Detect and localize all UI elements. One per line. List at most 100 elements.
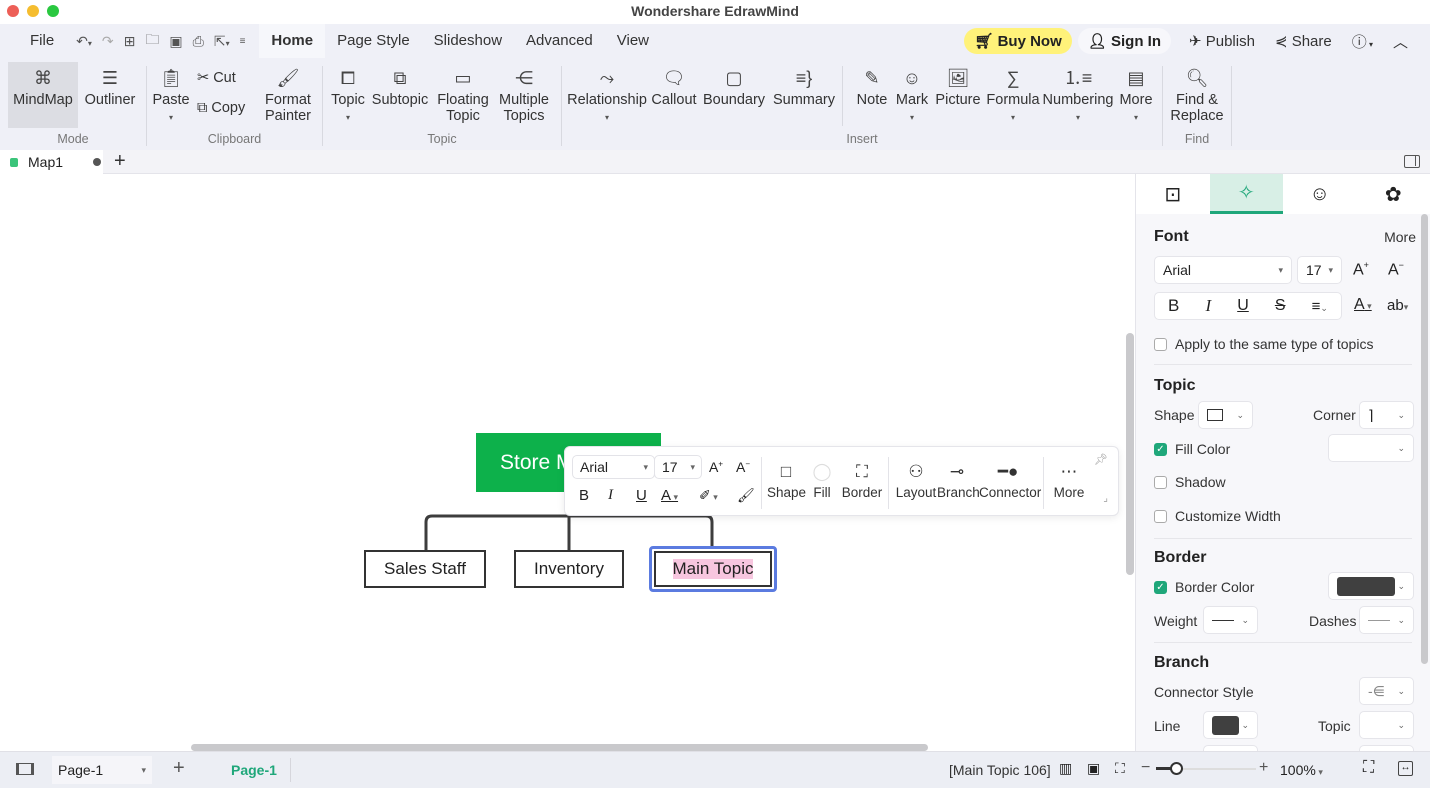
border-color-checkbox[interactable]: ✓ Border Color — [1154, 579, 1254, 595]
font-family-select[interactable]: Arial ▾ — [572, 455, 655, 479]
panel-italic-icon[interactable]: I — [1205, 296, 1211, 316]
bold-icon[interactable]: B — [579, 487, 589, 504]
border-button[interactable]: ⛶ Border — [841, 459, 883, 500]
decrease-font-icon[interactable]: A− — [736, 459, 750, 475]
toggle-panel-icon[interactable] — [1404, 155, 1420, 168]
zoom-out-button[interactable]: − — [1141, 759, 1150, 777]
close-window-button[interactable] — [7, 5, 19, 17]
open-folder-icon[interactable]: 🗀 — [145, 29, 159, 53]
horizontal-scrollbar[interactable] — [191, 744, 928, 751]
shadow-checkbox[interactable]: Shadow — [1154, 474, 1226, 490]
sign-in-button[interactable]: 👤︎ Sign In — [1077, 28, 1171, 54]
panel-font-color-icon[interactable]: A ▾ — [1354, 296, 1372, 314]
apply-same-type-checkbox[interactable]: Apply to the same type of topics — [1154, 336, 1373, 352]
underline-icon[interactable]: U — [636, 487, 647, 504]
panel-font-family-select[interactable]: Arial ▾ — [1154, 256, 1292, 284]
fill-button[interactable]: ◯ Fill — [807, 459, 837, 500]
vertical-scrollbar[interactable] — [1126, 333, 1134, 575]
tab-home[interactable]: Home — [259, 24, 326, 58]
panel-increase-font-icon[interactable]: A+ — [1353, 260, 1369, 279]
increase-font-icon[interactable]: A+ — [709, 459, 723, 475]
share-button[interactable]: ⋞ Share — [1265, 32, 1342, 50]
connector-button[interactable]: ━● Connector — [979, 459, 1041, 500]
publish-button[interactable]: ✈︎ Publish — [1179, 32, 1265, 50]
tab-page-style[interactable]: Page Style — [325, 24, 422, 58]
font-size-select[interactable]: 17 ▾ — [654, 455, 702, 479]
more-insert-button[interactable]: ▤ More ▾ — [1116, 64, 1156, 126]
format-painter-button[interactable]: 🖌︎ Format Painter — [263, 64, 313, 124]
callout-button[interactable]: 🗨︎ Callout — [650, 64, 698, 108]
copy-button[interactable]: ⧉ Copy — [197, 100, 245, 116]
panel-align-icon[interactable]: ≡⌄ — [1312, 298, 1328, 315]
page-panel-toggle-icon[interactable] — [16, 763, 34, 775]
relationship-button[interactable]: ⤳ Relationship ▾ — [567, 64, 647, 126]
customize-width-check-box[interactable] — [1154, 509, 1167, 523]
shape-button[interactable]: □ Shape — [767, 459, 806, 500]
panel-decrease-font-icon[interactable]: A− — [1388, 260, 1404, 279]
panel-underline-icon[interactable]: U — [1237, 297, 1249, 315]
tab-slideshow[interactable]: Slideshow — [422, 24, 514, 58]
cut-button[interactable]: ✂ Cut — [197, 70, 236, 86]
shape-select[interactable]: ⌄ — [1198, 401, 1253, 429]
save-icon[interactable]: ▣ — [169, 33, 182, 50]
picture-button[interactable]: 🖼︎ Picture — [934, 64, 982, 108]
zoom-level-select[interactable]: 100% ▾ — [1280, 762, 1323, 778]
help-button[interactable]: ⓘ ▾ — [1342, 31, 1383, 52]
tab-view[interactable]: View — [605, 24, 661, 58]
zoom-slider-handle[interactable] — [1170, 762, 1183, 775]
print-icon[interactable]: ⎙ — [193, 33, 204, 50]
border-color-select[interactable]: ⌄ — [1328, 572, 1414, 600]
customize-quick-access-icon[interactable]: ≡ — [240, 36, 246, 47]
branch-button[interactable]: ⊸ Branch — [937, 459, 980, 500]
font-color-icon[interactable]: A ▾ — [661, 487, 678, 504]
buy-now-button[interactable]: 🛒︎ Buy Now — [964, 28, 1072, 54]
border-dashes-select[interactable]: ⌄ — [1359, 606, 1414, 634]
zoom-in-button[interactable]: + — [1259, 759, 1268, 777]
panel-text-case-icon[interactable]: ab▾ — [1387, 297, 1408, 314]
tab-theme[interactable]: ✿ — [1357, 174, 1430, 214]
panel-strikethrough-icon[interactable]: S — [1275, 297, 1286, 315]
collapse-toolbar-icon[interactable]: ⌟ — [1103, 493, 1108, 504]
note-button[interactable]: ✎ Note — [854, 64, 890, 108]
panel-font-size-select[interactable]: 17 ▾ — [1297, 256, 1342, 284]
fit-window-icon[interactable]: ⛶ — [1115, 760, 1125, 777]
tab-icons[interactable]: ☺ — [1283, 174, 1357, 214]
tab-advanced[interactable]: Advanced — [514, 24, 605, 58]
font-more-link[interactable]: More — [1384, 229, 1416, 245]
fit-page-icon[interactable]: ▣ — [1087, 760, 1100, 777]
maximize-window-button[interactable] — [47, 5, 59, 17]
topic-sales-staff[interactable]: Sales Staff — [364, 550, 486, 588]
paste-button[interactable]: 📋︎ Paste ▾ — [151, 64, 191, 126]
page-select[interactable]: Page-1 ▾ — [52, 756, 152, 784]
fill-color-select[interactable]: ⌄ — [1328, 434, 1414, 462]
undo-icon[interactable]: ↶▾ — [76, 33, 92, 50]
summary-button[interactable]: ≡} Summary — [772, 64, 836, 108]
corner-select[interactable]: ⌉ ⌄ — [1359, 401, 1414, 429]
topic-button[interactable]: ⧠ Topic ▾ — [329, 64, 367, 126]
shadow-check-box[interactable] — [1154, 475, 1167, 489]
new-icon[interactable]: ⊞ — [124, 33, 136, 50]
subtopic-button[interactable]: ⧉ Subtopic — [371, 64, 429, 108]
more-button[interactable]: ⋯ More — [1049, 459, 1089, 500]
add-page-button[interactable]: + — [173, 757, 185, 780]
fullscreen-icon[interactable]: ⛶ — [1363, 759, 1374, 777]
unsaved-dot-icon[interactable] — [93, 158, 102, 166]
connector-style-select[interactable]: -⋹ ⌄ — [1359, 677, 1414, 705]
border-weight-select[interactable]: ⌄ — [1203, 606, 1258, 634]
highlight-icon[interactable]: ✐ ▾ — [699, 487, 718, 504]
outliner-mode-button[interactable]: ☰ Outliner — [80, 64, 140, 108]
numbering-button[interactable]: ⒈≡ Numbering ▾ — [1042, 64, 1114, 126]
mark-button[interactable]: ☺ Mark ▾ — [894, 64, 930, 126]
apply-same-type-box[interactable] — [1154, 337, 1167, 351]
export-icon[interactable]: ⇱▾ — [214, 33, 230, 50]
customize-width-checkbox[interactable]: Customize Width — [1154, 508, 1281, 524]
add-document-button[interactable]: + — [114, 150, 126, 172]
minimize-window-button[interactable] — [27, 5, 39, 17]
topic-main-topic-selected[interactable]: Main Topic — [649, 546, 777, 592]
document-tab-map1[interactable]: Map1 — [0, 150, 103, 174]
tab-page-format[interactable]: ⊡ — [1136, 174, 1210, 214]
format-painter-icon[interactable]: 🖌︎ — [737, 487, 755, 504]
fill-color-checkbox[interactable]: ✓ Fill Color — [1154, 441, 1230, 457]
tab-style[interactable]: ✧ — [1209, 174, 1283, 214]
page-tab-page-1[interactable]: Page-1 — [231, 762, 277, 778]
